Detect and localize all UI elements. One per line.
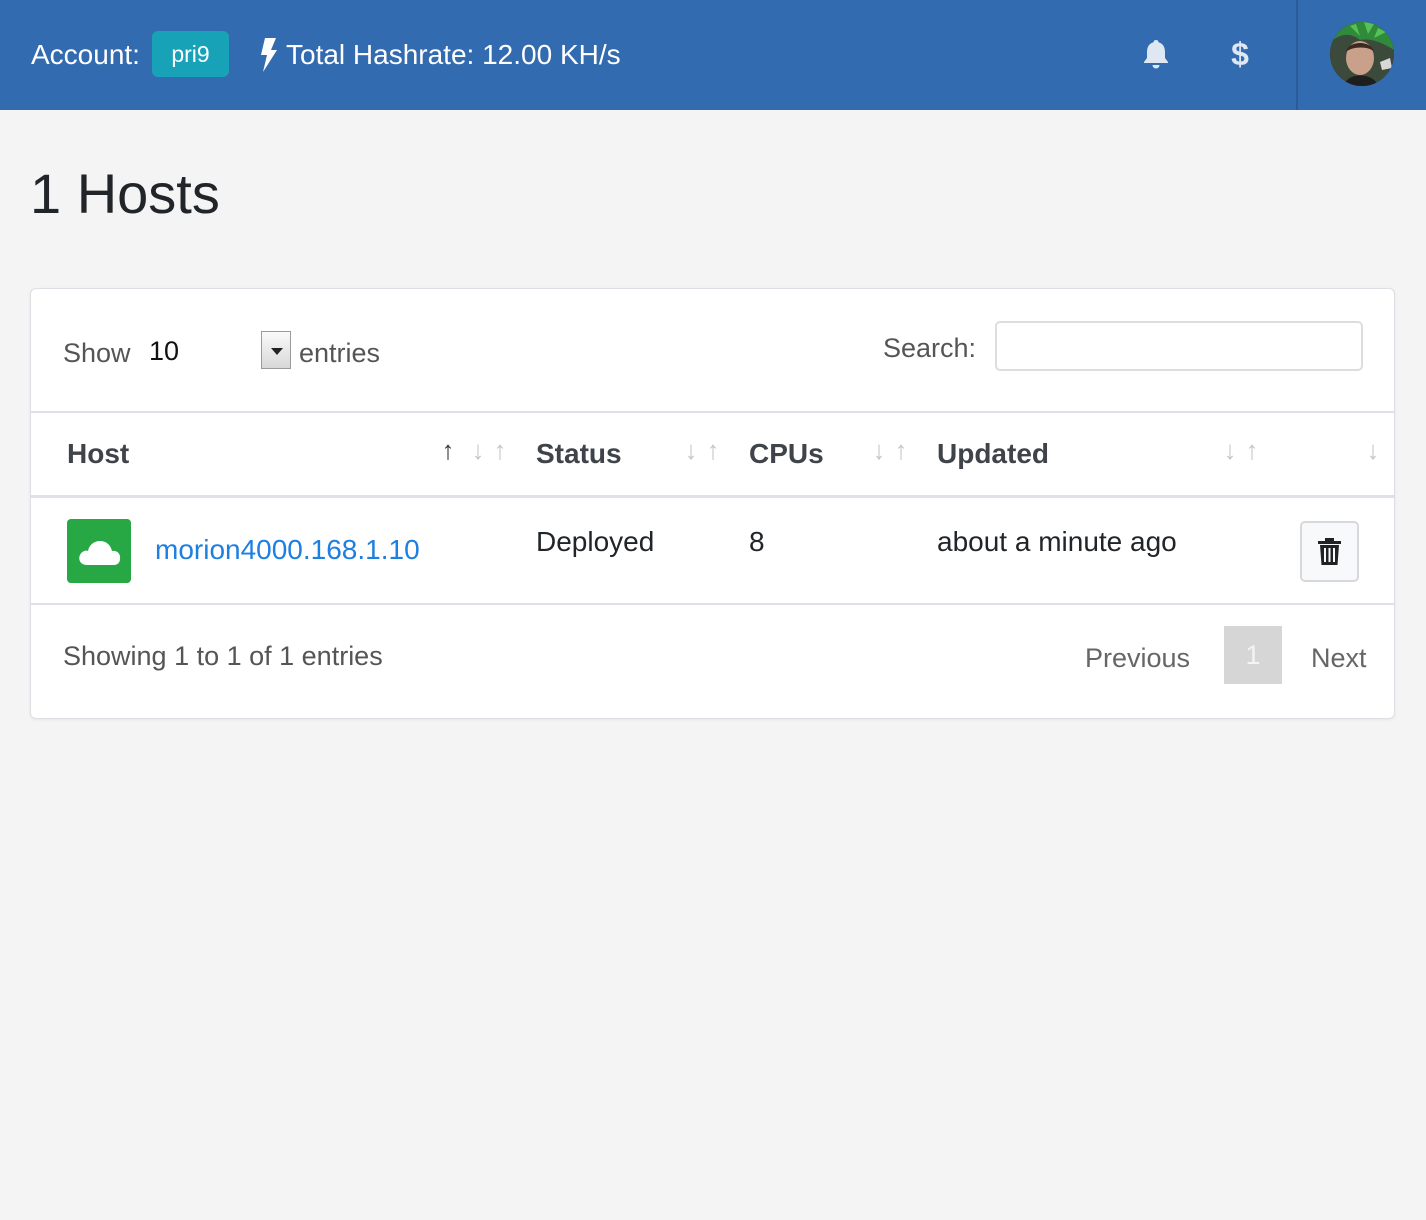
- avatar[interactable]: [1330, 22, 1394, 86]
- page-length-select[interactable]: 10: [141, 331, 293, 371]
- column-header-host[interactable]: Host: [67, 437, 129, 471]
- avatar-image: [1330, 22, 1394, 86]
- sort-icon-host-active[interactable]: ↑: [437, 433, 459, 467]
- total-hashrate: Total Hashrate: 12.00 KH/s: [286, 39, 621, 70]
- sort-icon-host[interactable]: ↓ ↑: [467, 433, 511, 467]
- column-header-updated[interactable]: Updated: [937, 437, 1049, 471]
- search-label: Search:: [883, 333, 977, 363]
- account-badge[interactable]: pri9: [152, 31, 229, 77]
- table-header-border: [31, 495, 1394, 498]
- page-length-value: 10: [149, 336, 180, 366]
- host-cpus: 8: [749, 526, 765, 557]
- account-label: Account:: [31, 39, 140, 70]
- dollar-icon[interactable]: $: [1226, 34, 1254, 74]
- search-input[interactable]: [995, 321, 1363, 371]
- next-button[interactable]: Next: [1311, 641, 1367, 675]
- cloud-icon: [67, 519, 131, 583]
- topbar-divider: [1296, 0, 1298, 110]
- page-1-button[interactable]: 1: [1224, 626, 1282, 684]
- table-info: Showing 1 to 1 of 1 entries: [63, 641, 383, 671]
- sort-icon-updated[interactable]: ↓ ↑: [1219, 433, 1263, 467]
- page-title: 1 Hosts: [30, 162, 220, 225]
- sort-icon-cpus[interactable]: ↓ ↑: [868, 433, 912, 467]
- trash-icon: [1318, 538, 1341, 565]
- delete-host-button[interactable]: [1300, 521, 1359, 582]
- sort-icon-status[interactable]: ↓ ↑: [680, 433, 724, 467]
- bell-icon[interactable]: [1141, 38, 1171, 70]
- table-bottom-border: [31, 603, 1394, 605]
- entries-label: entries: [299, 338, 381, 368]
- host-status: Deployed: [536, 526, 655, 557]
- column-header-status[interactable]: Status: [536, 437, 622, 471]
- sort-icon-actions[interactable]: ↓: [1362, 433, 1384, 467]
- top-navbar: Account: pri9 Total Hashrate: 12.00 KH/s…: [0, 0, 1426, 110]
- bolt-icon: [261, 38, 277, 72]
- previous-button[interactable]: Previous: [1085, 641, 1190, 675]
- show-label: Show: [63, 338, 131, 368]
- host-updated: about a minute ago: [937, 526, 1177, 557]
- hosts-table-card: Show 10 entries Search: Host ↑ ↓ ↑ Status…: [30, 288, 1395, 719]
- host-link[interactable]: morion4000.168.1.10: [155, 533, 420, 567]
- table-top-border: [31, 411, 1394, 413]
- column-header-cpus[interactable]: CPUs: [749, 437, 824, 471]
- chevron-down-icon: [261, 331, 291, 369]
